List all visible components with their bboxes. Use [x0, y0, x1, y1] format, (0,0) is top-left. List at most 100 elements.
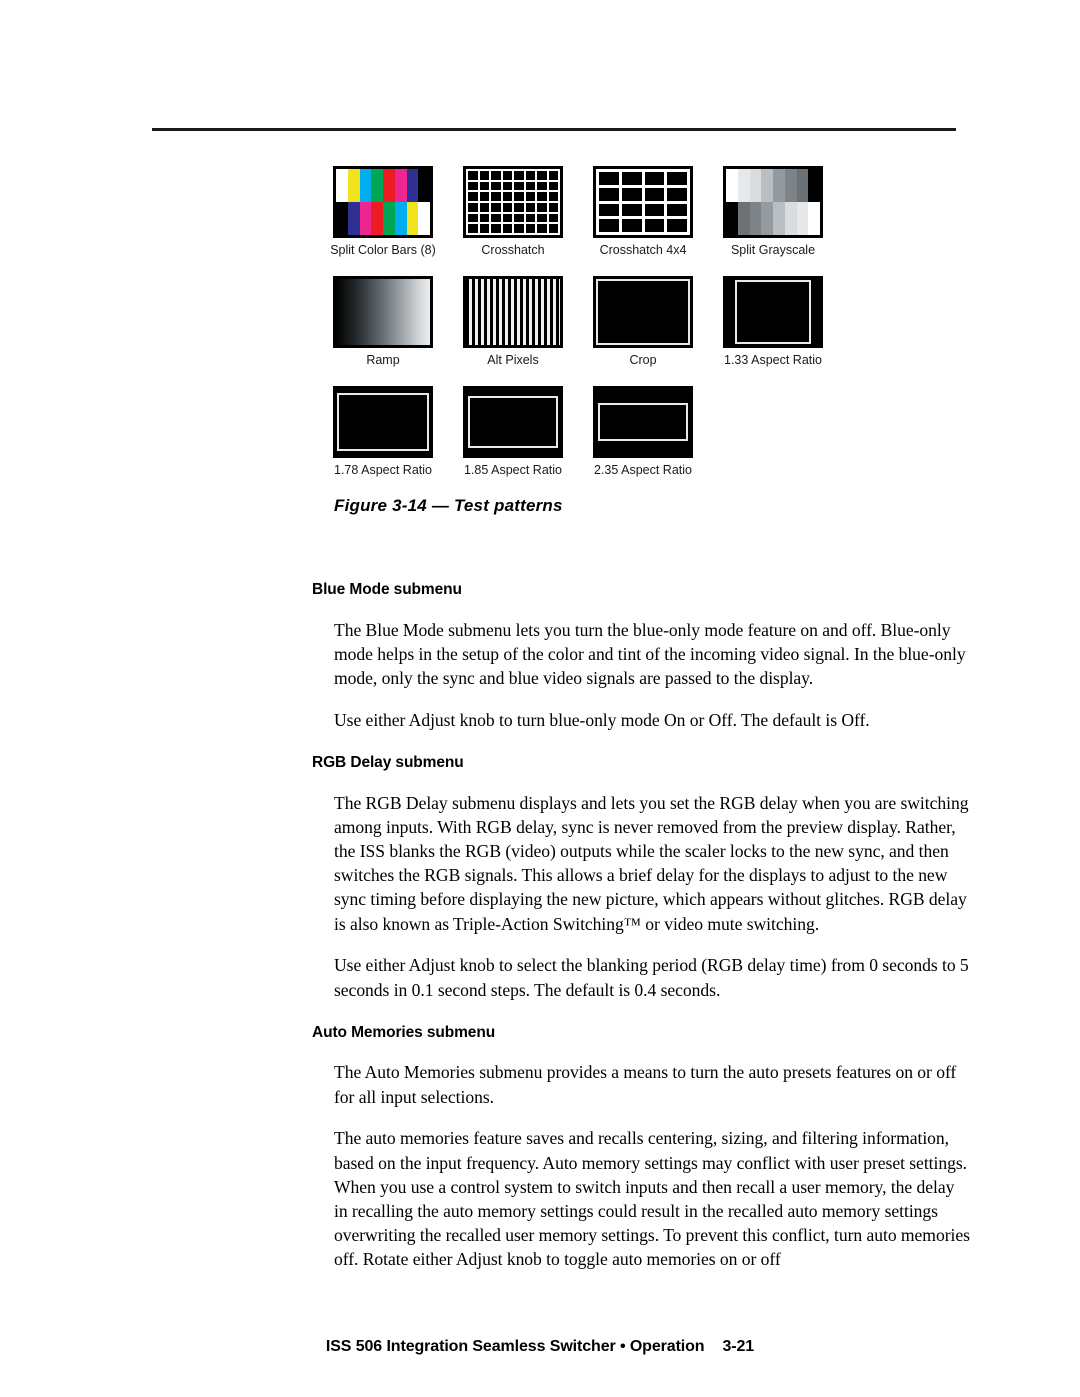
aspect-133-frame-outline — [735, 280, 811, 344]
color-bar-6 — [406, 169, 419, 202]
section-heading-rgb-delay: RGB Delay submenu — [312, 754, 464, 771]
crosshatch-cell — [491, 181, 501, 191]
crosshatch-cell — [537, 181, 547, 191]
footer-title: ISS 506 Integration Seamless Switcher • … — [325, 1338, 705, 1355]
crosshatch-cell — [479, 192, 489, 201]
pattern-cell-split-grayscale: Split Grayscale — [708, 166, 838, 257]
crosshatch-cell — [502, 171, 512, 180]
color-bar-7 — [418, 169, 430, 202]
gray-bar-7 — [808, 202, 820, 235]
crosshatch-cell — [468, 192, 478, 201]
split-color-bars-swatch — [333, 166, 433, 238]
gray-bar-3 — [761, 169, 773, 202]
gray-bar-4 — [773, 202, 785, 235]
pattern-label: Ramp — [366, 353, 400, 367]
color-bar-1 — [347, 202, 360, 235]
crosshatch-cell — [502, 213, 512, 223]
crosshatch-4x4-cell — [667, 219, 687, 232]
pattern-cell-aspect-133: 1.33 Aspect Ratio — [708, 276, 838, 367]
pattern-label: 1.78 Aspect Ratio — [334, 463, 432, 477]
crop-swatch — [593, 276, 693, 348]
color-bar-5 — [394, 202, 407, 235]
pattern-cell-crop: Crop — [578, 276, 708, 367]
crosshatch-cell — [514, 203, 524, 212]
crosshatch-cell — [491, 224, 501, 233]
pattern-cell-alt-pixels: Alt Pixels — [448, 276, 578, 367]
split-grayscale-swatch — [723, 166, 823, 238]
crosshatch-cell — [525, 224, 535, 233]
crosshatch-cell — [491, 203, 501, 212]
crosshatch-cell — [548, 192, 558, 201]
gray-bar-0 — [726, 202, 738, 235]
crosshatch-4x4-cell — [621, 203, 642, 217]
pattern-row: 1.78 Aspect Ratio 1.85 Aspect Ratio 2.35… — [318, 386, 878, 477]
section-heading-auto-memories: Auto Memories submenu — [312, 1023, 496, 1041]
crosshatch-cell — [491, 171, 501, 180]
pattern-label: Crop — [629, 353, 657, 367]
crosshatch-cell — [502, 203, 512, 212]
crosshatch-cell — [537, 203, 547, 212]
crosshatch-cell — [491, 192, 501, 201]
crosshatch-cell — [514, 181, 524, 191]
aspect-178-frame-outline — [337, 393, 429, 451]
crosshatch-4x4-cell — [621, 219, 642, 232]
footer-page-number: 3-21 — [722, 1338, 755, 1355]
crop-frame-outline — [596, 279, 690, 345]
pattern-cell-aspect-235: 2.35 Aspect Ratio — [578, 386, 708, 477]
color-bar-3 — [371, 169, 383, 202]
crosshatch-cell — [479, 171, 489, 180]
gray-bar-1 — [737, 169, 750, 202]
crosshatch-cell — [537, 171, 547, 180]
crosshatch-cell — [548, 213, 558, 223]
color-bar-5 — [394, 169, 407, 202]
crosshatch-cell — [502, 224, 512, 233]
crosshatch-cell — [479, 224, 489, 233]
pattern-cell-aspect-185: 1.85 Aspect Ratio — [448, 386, 578, 477]
crosshatch-4x4-cell — [644, 219, 665, 232]
crosshatch-cell — [525, 203, 535, 212]
crosshatch-4x4-cell — [644, 203, 665, 217]
crosshatch-cell — [479, 213, 489, 223]
pattern-cell-crosshatch: Crosshatch — [448, 166, 578, 257]
alt-pixels-swatch — [463, 276, 563, 348]
paragraph: The Blue Mode submenu lets you turn the … — [334, 619, 966, 688]
crosshatch-4x4-cell — [621, 187, 642, 201]
color-bar-2 — [359, 202, 372, 235]
color-bars-top-half — [336, 169, 430, 202]
color-bar-2 — [359, 169, 372, 202]
crosshatch-cell — [502, 192, 512, 201]
ramp-swatch — [333, 276, 433, 348]
aspect-235-swatch — [593, 386, 693, 458]
document-page: Split Color Bars (8) Crosshatch Crosshat… — [0, 0, 1080, 1397]
pattern-label: Alt Pixels — [487, 353, 539, 367]
pattern-row: Ramp Alt Pixels Crop 1.33 Aspect Ratio — [318, 276, 878, 367]
section-heading-blue-mode: Blue Mode submenu — [312, 581, 462, 598]
grayscale-top-half — [726, 169, 820, 202]
pattern-label: Split Color Bars (8) — [330, 243, 436, 257]
color-bar-4 — [383, 169, 395, 202]
aspect-185-swatch — [463, 386, 563, 458]
crosshatch-cell — [548, 171, 558, 180]
body-content: Blue Mode submenu The Blue Mode submenu … — [312, 580, 972, 1284]
crosshatch-4x4-cell — [667, 187, 687, 201]
crosshatch-cell — [468, 171, 478, 180]
gray-bar-4 — [773, 169, 785, 202]
crosshatch-cell — [468, 203, 478, 212]
crosshatch-cell — [468, 224, 478, 233]
paragraph: Use either Adjust knob to turn blue-only… — [334, 709, 870, 730]
gray-bar-6 — [796, 169, 809, 202]
crosshatch-cell — [537, 192, 547, 201]
crosshatch-4x4-cell — [599, 187, 619, 201]
pattern-cell-split-color-bars: Split Color Bars (8) — [318, 166, 448, 257]
color-bars-bottom-half — [336, 202, 430, 235]
crosshatch-cell — [468, 213, 478, 223]
gray-bar-5 — [784, 202, 797, 235]
pattern-label: 1.33 Aspect Ratio — [724, 353, 822, 367]
paragraph: The Auto Memories submenu provides a mea… — [334, 1062, 957, 1107]
crosshatch-cell — [514, 213, 524, 223]
crosshatch-4x4-cell — [644, 187, 665, 201]
pattern-label: 2.35 Aspect Ratio — [594, 463, 692, 477]
pattern-label: Split Grayscale — [730, 243, 816, 257]
color-bar-7 — [418, 202, 430, 235]
gray-bar-2 — [749, 202, 762, 235]
